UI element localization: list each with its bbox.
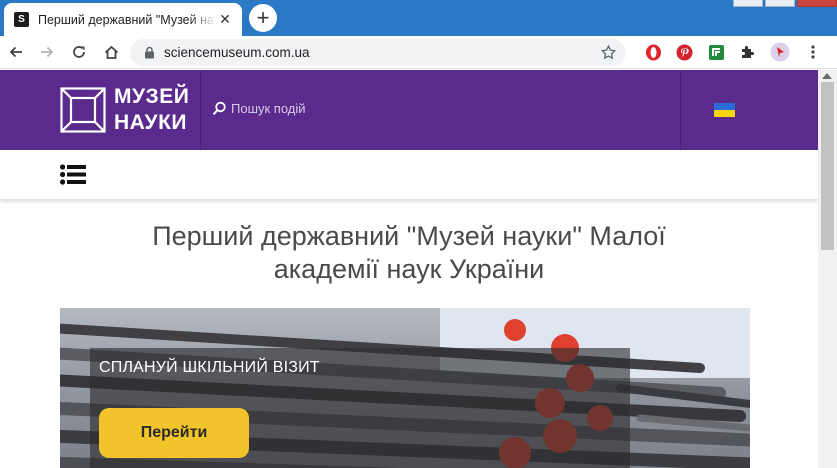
logo-mark-icon[interactable] xyxy=(60,87,106,138)
search-icon xyxy=(212,101,226,115)
page-title-line-2: академії наук України xyxy=(273,254,545,284)
tab-title: Перший державний "Музей нау xyxy=(38,12,216,27)
header-divider xyxy=(680,70,681,150)
opera-extension-icon[interactable] xyxy=(643,42,663,62)
address-bar[interactable]: sciencemuseum.com.ua xyxy=(130,39,626,66)
tab-close-icon[interactable]: ✕ xyxy=(217,11,233,28)
site-favicon-icon: S xyxy=(14,12,29,27)
logo-line-1: МУЗЕЙ xyxy=(114,85,190,108)
site-header: МУЗЕЙ НАУКИ Пошук подій xyxy=(0,70,818,150)
header-divider xyxy=(200,70,201,150)
page-title-line-1: Перший державний "Музей науки" Малої xyxy=(152,221,666,251)
event-search[interactable]: Пошук подій xyxy=(212,101,306,116)
back-arrow-icon[interactable] xyxy=(4,40,28,64)
window-minimize-button[interactable] xyxy=(733,0,763,7)
home-icon[interactable] xyxy=(99,40,123,64)
hero-heading: СПЛАНУЙ ШКІЛЬНИЙ ВІЗИТ xyxy=(99,359,320,376)
scroll-up-arrow-icon[interactable] xyxy=(822,73,832,79)
new-tab-button[interactable]: + xyxy=(249,4,277,32)
browser-tab[interactable]: S Перший державний "Музей нау ✕ xyxy=(4,3,242,36)
window-close-button[interactable] xyxy=(797,0,837,7)
bookmark-star-icon[interactable] xyxy=(600,44,617,61)
browser-menu-icon[interactable] xyxy=(803,42,823,62)
menu-bar xyxy=(0,150,818,200)
scroll-thumb[interactable] xyxy=(821,82,834,250)
reload-icon[interactable] xyxy=(67,40,91,64)
site-logo[interactable]: МУЗЕЙ НАУКИ xyxy=(114,84,189,136)
go-button[interactable]: Перейти xyxy=(99,408,249,458)
hero-overlay-panel: СПЛАНУЙ ШКІЛЬНИЙ ВІЗИТ Перейти xyxy=(90,348,630,468)
browser-tabstrip: S Перший державний "Музей нау ✕ + xyxy=(0,0,837,36)
page-scrollbar[interactable] xyxy=(818,70,837,468)
window-maximize-button[interactable] xyxy=(765,0,795,7)
forward-arrow-icon[interactable] xyxy=(35,40,59,64)
page-title: Перший державний "Музей науки" Малої ака… xyxy=(0,220,818,286)
logo-line-2: НАУКИ xyxy=(114,111,188,134)
search-placeholder: Пошук подій xyxy=(231,101,306,116)
extensions-puzzle-icon[interactable] xyxy=(738,42,758,62)
lock-icon xyxy=(145,46,154,59)
browser-toolbar: sciencemuseum.com.ua xyxy=(0,36,837,69)
hero-banner: СПЛАНУЙ ШКІЛЬНИЙ ВІЗИТ Перейти xyxy=(60,308,750,468)
url-text: sciencemuseum.com.ua xyxy=(164,45,310,60)
hamburger-menu-icon[interactable] xyxy=(60,164,86,190)
pinterest-extension-icon[interactable] xyxy=(674,42,694,62)
profile-avatar-icon[interactable] xyxy=(770,42,790,62)
green-extension-icon[interactable] xyxy=(706,42,726,62)
ukrainian-flag-icon[interactable] xyxy=(714,103,735,117)
